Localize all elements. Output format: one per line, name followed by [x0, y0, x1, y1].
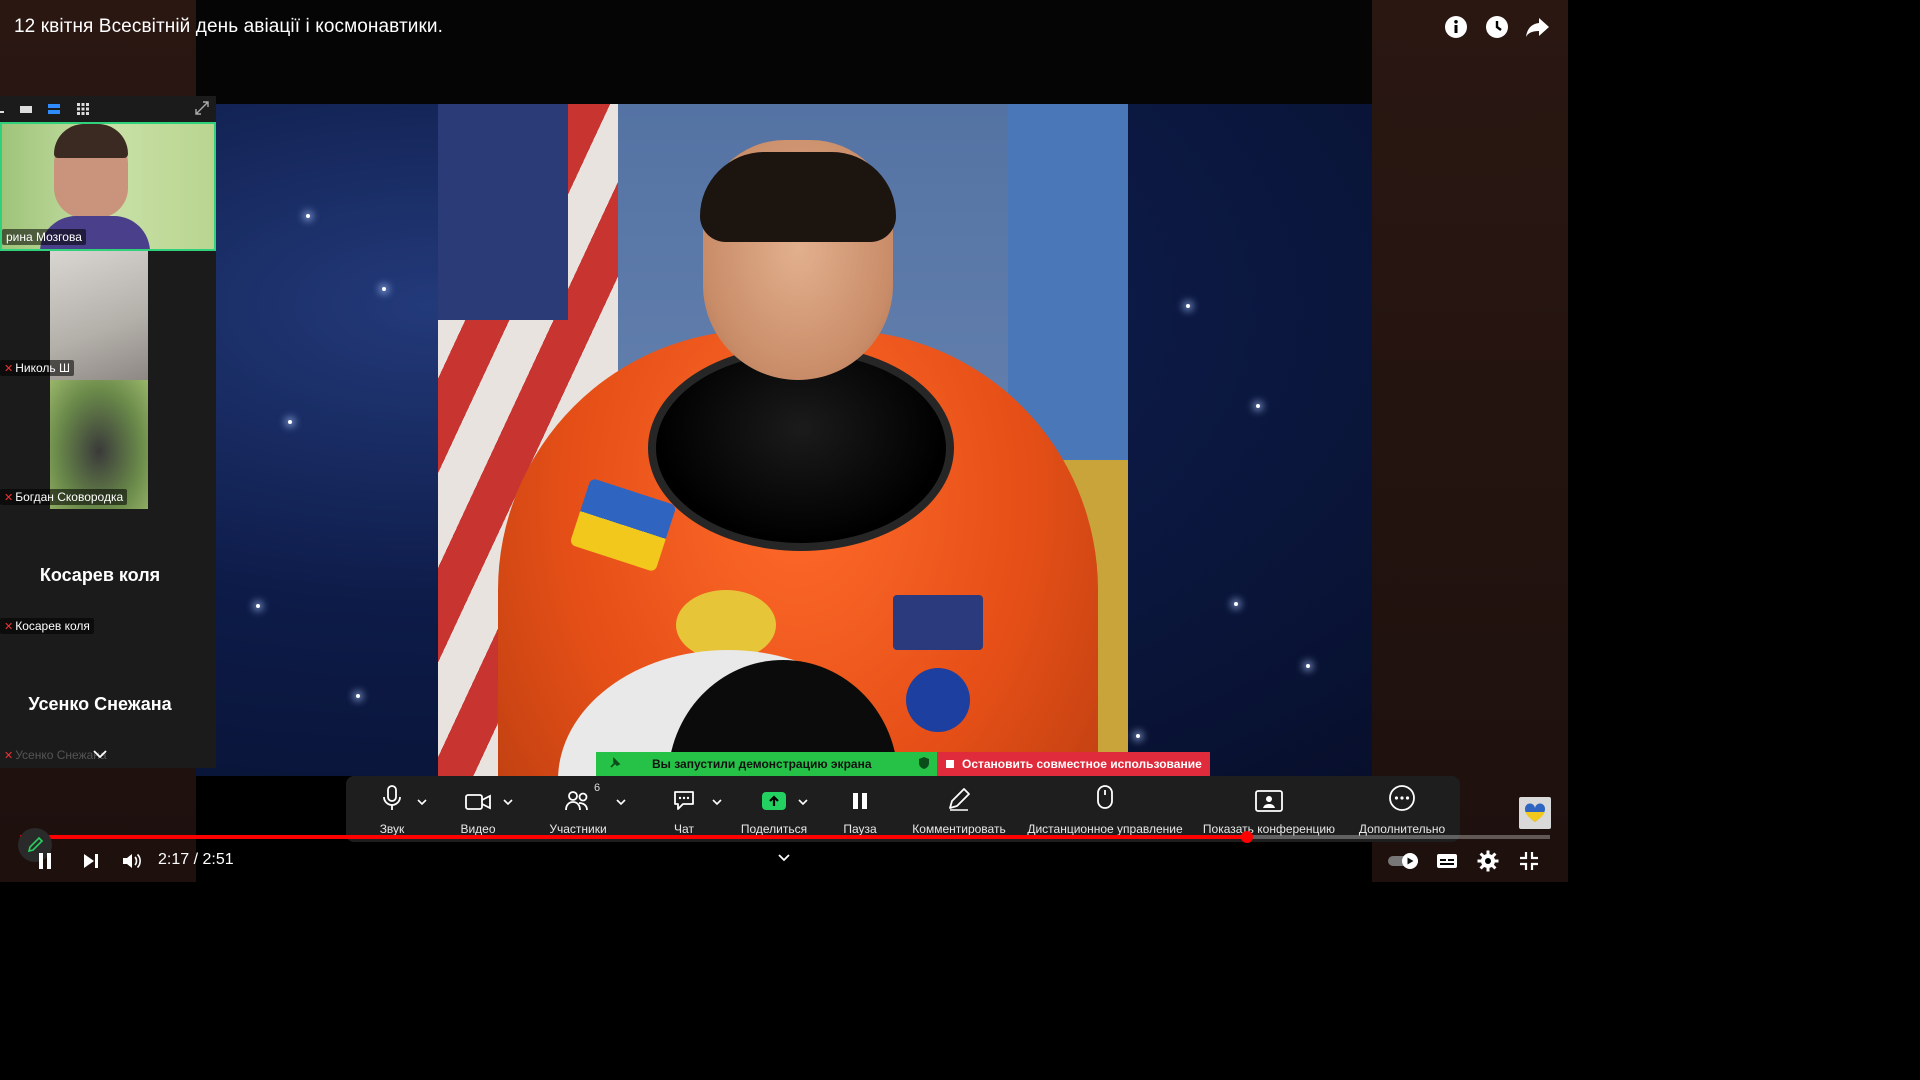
participants-button[interactable]: Участники — [544, 776, 612, 842]
share-screen-icon — [761, 776, 787, 812]
progress-scrubber[interactable] — [1241, 831, 1254, 843]
sharing-status-text: Вы запустили демонстрацию экрана — [652, 757, 872, 771]
participant-display-name: Усенко Снежана — [28, 694, 172, 714]
pause-icon[interactable] — [34, 850, 56, 872]
minimize-icon[interactable] — [0, 102, 4, 116]
audio-options-chevron-icon[interactable] — [417, 794, 427, 806]
ukraine-flag — [1008, 104, 1128, 460]
next-video-icon[interactable] — [80, 850, 102, 872]
participant-tile[interactable]: Усенко Снежана ✕ Усенко Снежана — [0, 638, 216, 767]
exit-fullscreen-icon[interactable] — [1517, 850, 1541, 872]
participant-tile[interactable]: ✕ Богдан Сковородка — [0, 380, 216, 509]
chevron-down-icon[interactable] — [92, 746, 108, 764]
time-display: 2:17 / 2:51 — [158, 851, 234, 868]
participant-tile[interactable]: Косарев коля ✕ Косарев коля — [0, 509, 216, 638]
show-conference-button[interactable]: Показать конференцию — [1198, 776, 1340, 842]
panel-view-controls — [0, 96, 216, 122]
strip-view-icon[interactable] — [47, 102, 61, 116]
participant-name: ✕ Косарев коля — [0, 618, 94, 634]
muted-icon: ✕ — [4, 492, 14, 504]
pause-icon — [850, 776, 870, 812]
nasa-patch — [906, 668, 970, 732]
expand-icon[interactable] — [194, 100, 209, 115]
chat-icon — [671, 776, 697, 812]
video-options-chevron-icon[interactable] — [503, 794, 513, 806]
toolbar-collapse-chevron-icon[interactable] — [774, 852, 794, 864]
speaker-view-icon[interactable] — [19, 102, 33, 116]
participants-options-chevron-icon[interactable] — [616, 794, 626, 806]
participant-name: рина Мозгова — [2, 229, 86, 245]
more-options-icon — [1388, 776, 1416, 812]
pause-share-button[interactable]: Пауза — [836, 776, 884, 842]
annotate-button[interactable]: Комментировать — [910, 776, 1008, 842]
shield-icon — [918, 756, 930, 773]
participant-tile[interactable]: рина Мозгова — [0, 122, 216, 251]
muted-icon: ✕ — [4, 363, 14, 375]
volume-icon[interactable] — [120, 850, 144, 872]
share-options-chevron-icon[interactable] — [798, 794, 808, 806]
pencil-icon — [946, 776, 972, 812]
video-title[interactable]: 12 квітня Всесвітній день авіації і косм… — [14, 16, 443, 38]
audio-button[interactable]: Звук — [370, 776, 414, 842]
ukraine-heart-icon — [1519, 797, 1551, 829]
video-button[interactable]: Видео — [452, 776, 504, 842]
meeting-toolbar: Звук Видео Участники 6 Чат Поделиться Па… — [346, 776, 1460, 842]
mouse-icon — [1095, 776, 1115, 812]
participant-tile[interactable]: ✕ Николь Ш — [0, 251, 216, 380]
microphone-icon — [382, 776, 402, 812]
more-button[interactable]: Дополнительно — [1354, 776, 1450, 842]
video-frame[interactable] — [196, 104, 1372, 776]
astronaut-portrait — [438, 104, 1128, 776]
name-patch — [893, 595, 983, 650]
share-banner: Вы запустили демонстрацию экрана Останов… — [596, 752, 1210, 776]
participant-name: ✕ Богдан Сковородка — [0, 489, 128, 505]
participant-display-name: Косарев коля — [39, 565, 161, 585]
sharing-status[interactable]: Вы запустили демонстрацию экрана — [596, 752, 937, 776]
settings-gear-icon[interactable] — [1476, 850, 1500, 872]
pin-icon — [608, 756, 622, 773]
participants-panel: рина Мозгова ✕ Николь Ш ✕ Богдан Сковородк… — [0, 96, 216, 768]
player-background-right — [1372, 0, 1568, 882]
stop-share-button[interactable]: Остановить совместное использование — [937, 752, 1210, 776]
share-icon[interactable] — [1525, 14, 1551, 40]
muted-icon: ✕ — [4, 750, 14, 762]
gallery-view-icon[interactable] — [76, 102, 90, 116]
chat-options-chevron-icon[interactable] — [712, 794, 722, 806]
participants-icon — [564, 776, 592, 812]
video-progress-played — [20, 835, 1248, 839]
share-screen-button[interactable]: Поделиться — [736, 776, 812, 842]
screen: 12 квітня Всесвітній день авіації і косм… — [0, 0, 1568, 882]
participants-count-badge: 6 — [594, 782, 601, 794]
conference-window-icon — [1255, 776, 1283, 812]
info-icon[interactable] — [1443, 14, 1469, 40]
remote-control-button[interactable]: Дистанционное управление — [1022, 776, 1188, 842]
subtitles-icon[interactable] — [1435, 850, 1459, 872]
stop-icon — [946, 760, 954, 768]
muted-icon: ✕ — [4, 621, 14, 633]
participant-name: ✕ Николь Ш — [0, 360, 74, 376]
clock-icon[interactable] — [1484, 14, 1510, 40]
autoplay-toggle[interactable] — [1386, 851, 1422, 871]
chat-button[interactable]: Чат — [664, 776, 704, 842]
video-camera-icon — [464, 776, 492, 812]
